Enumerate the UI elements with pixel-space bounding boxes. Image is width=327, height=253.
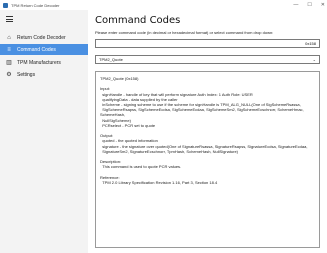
command-dropdown[interactable]: TPM2_Quote ⌄ [95, 55, 320, 64]
close-icon[interactable]: ✕ [321, 2, 325, 8]
window-controls: — ☐ ✕ [293, 0, 325, 10]
hamburger-menu-icon[interactable] [6, 16, 13, 22]
sidebar: ⌂ Return Code Decoder ≡ Command Codes ▥ … [0, 10, 88, 253]
list-icon: ≡ [7, 46, 11, 53]
nav-item-label: Settings [17, 71, 36, 78]
dropdown-selected-value: TPM2_Quote [99, 57, 123, 62]
app-icon [3, 2, 8, 8]
house-icon: ⌂ [7, 34, 11, 41]
window-title: TPM Return Code Decoder [11, 2, 60, 8]
nav-item-label: Command Codes [17, 46, 56, 53]
nav-item-return-code-decoder[interactable]: ⌂ Return Code Decoder [0, 32, 88, 43]
instruction-text: Please enter command code (in decimal or… [95, 30, 274, 35]
chevron-down-icon: ⌄ [312, 57, 316, 62]
main-content: Command Codes Please enter command code … [88, 10, 327, 253]
title-bar: TPM Return Code Decoder — ☐ ✕ [0, 0, 327, 10]
command-details-textbox[interactable]: TPM2_Quote (0x158) Input: signHandle - h… [95, 71, 320, 248]
gear-icon: ⚙ [6, 72, 12, 78]
nav-item-label: Return Code Decoder [17, 34, 66, 41]
page-title: Command Codes [95, 15, 181, 26]
minimize-icon[interactable]: — [293, 2, 298, 8]
nav-item-tpm-manufacturers[interactable]: ▥ TPM Manufacturers [0, 57, 88, 68]
maximize-icon[interactable]: ☐ [307, 2, 311, 8]
nav-item-settings[interactable]: ⚙ Settings [0, 69, 88, 80]
command-code-input[interactable]: 0x158 [95, 39, 320, 48]
nav-item-command-codes[interactable]: ≡ Command Codes [0, 44, 88, 55]
factory-icon: ▥ [6, 60, 12, 66]
nav-item-label: TPM Manufacturers [17, 59, 61, 66]
